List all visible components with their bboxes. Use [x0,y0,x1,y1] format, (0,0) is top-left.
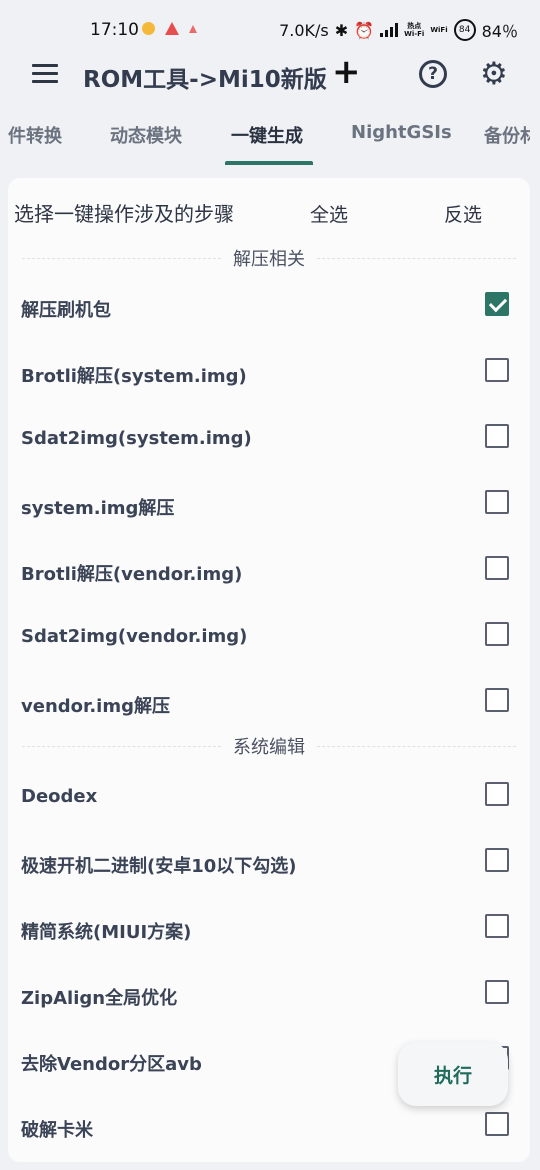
menu-icon[interactable] [32,64,58,84]
step-checkbox[interactable] [485,914,509,938]
tab-one-click[interactable]: 一键生成 [231,122,303,148]
step-label: system.img解压 [21,498,175,519]
step-label: ZipAlign全局优化 [21,988,178,1009]
wifi-hotspot-icon: 热点 Wi-Fi [404,22,425,38]
step-label: 去除Vendor分区avb [21,1054,202,1075]
step-label: Brotli解压(system.img) [21,366,247,387]
step-label: vendor.img解压 [21,696,170,717]
step-item[interactable]: 极速开机二进制(安卓10以下勾选) [21,844,516,884]
steps-header: 选择一键操作涉及的步骤 全选 反选 [14,198,514,228]
step-checkbox[interactable] [485,424,509,448]
status-time: 17:10 [90,20,139,40]
tab-nightgsis[interactable]: NightGSIs [351,122,452,143]
divider [22,745,221,747]
step-item[interactable]: Sdat2img(system.img) [21,420,516,460]
execute-button[interactable]: 执行 [398,1042,508,1106]
add-icon[interactable]: + [332,54,361,90]
notification-dot-icon [142,22,155,35]
tab-backup[interactable]: 备份林 [484,122,530,148]
tab-file-convert[interactable]: 件转换 [8,122,62,148]
help-icon[interactable]: ? [419,60,447,88]
step-checkbox[interactable] [485,622,509,646]
section-label: 解压相关 [233,249,305,270]
signal-icon [380,23,399,37]
step-checkbox[interactable] [485,1112,509,1136]
battery-icon: 84 [453,19,476,41]
step-item[interactable]: Brotli解压(system.img) [21,354,516,394]
step-label: Brotli解压(vendor.img) [21,564,243,585]
step-label: Sdat2img(vendor.img) [21,626,248,647]
tab-indicator [225,161,313,165]
step-checkbox[interactable] [485,980,509,1004]
select-all-button[interactable]: 全选 [310,200,348,227]
divider [317,745,516,747]
notification-arrow-icon [189,25,197,33]
app-title: ROM工具->Mi10新版 [83,67,327,93]
step-label: Sdat2img(system.img) [21,428,252,449]
step-label: 解压刷机包 [21,300,111,321]
step-checkbox[interactable] [485,556,509,580]
tab-dynamic-modules[interactable]: 动态模块 [110,122,182,148]
step-item[interactable]: Brotli解压(vendor.img) [21,552,516,592]
step-checkbox[interactable] [485,490,509,514]
battery-percent: 84％ [481,22,518,41]
step-item[interactable]: 解压刷机包 [21,288,516,328]
steps-card: 选择一键操作涉及的步骤 全选 反选 解压相关 解压刷机包 Brotli解压(sy… [8,178,530,1162]
wifi-icon: WiFi [430,26,448,34]
step-item[interactable]: Deodex [21,778,516,818]
notification-icons [142,22,197,35]
step-checkbox[interactable] [485,292,509,316]
notification-play-icon [165,22,179,35]
section-label: 系统编辑 [233,737,305,758]
invert-selection-button[interactable]: 反选 [444,200,482,227]
tab-bar: 件转换 动态模块 一键生成 NightGSIs 备份林 [0,120,530,164]
step-item[interactable]: system.img解压 [21,486,516,526]
step-item[interactable]: ZipAlign全局优化 [21,976,516,1016]
step-checkbox[interactable] [485,688,509,712]
divider [317,257,516,259]
alarm-icon: ⏰ [354,20,375,40]
section-system-edit: 系统编辑 [22,734,516,758]
status-right: 7.0K/s ✱ ⏰ 热点 Wi-Fi WiFi 84 84％ [279,18,518,42]
steps-title: 选择一键操作涉及的步骤 [14,202,234,226]
step-label: 破解卡米 [21,1120,93,1141]
step-label: 极速开机二进制(安卓10以下勾选) [21,856,297,877]
gear-icon[interactable]: ⚙ [480,57,508,91]
section-extract: 解压相关 [22,246,516,270]
step-item[interactable]: 精简系统(MIUI方案) [21,910,516,950]
net-speed: 7.0K/s [279,20,329,40]
bluetooth-icon: ✱ [334,20,349,40]
step-label: 精简系统(MIUI方案) [21,922,192,943]
step-checkbox[interactable] [485,782,509,806]
step-item[interactable]: vendor.img解压 [21,684,516,724]
step-checkbox[interactable] [485,358,509,382]
step-label: Deodex [21,786,98,807]
step-item[interactable]: Sdat2img(vendor.img) [21,618,516,658]
step-checkbox[interactable] [485,848,509,872]
divider [22,257,221,259]
step-item[interactable]: 破解卡米 [21,1108,516,1148]
